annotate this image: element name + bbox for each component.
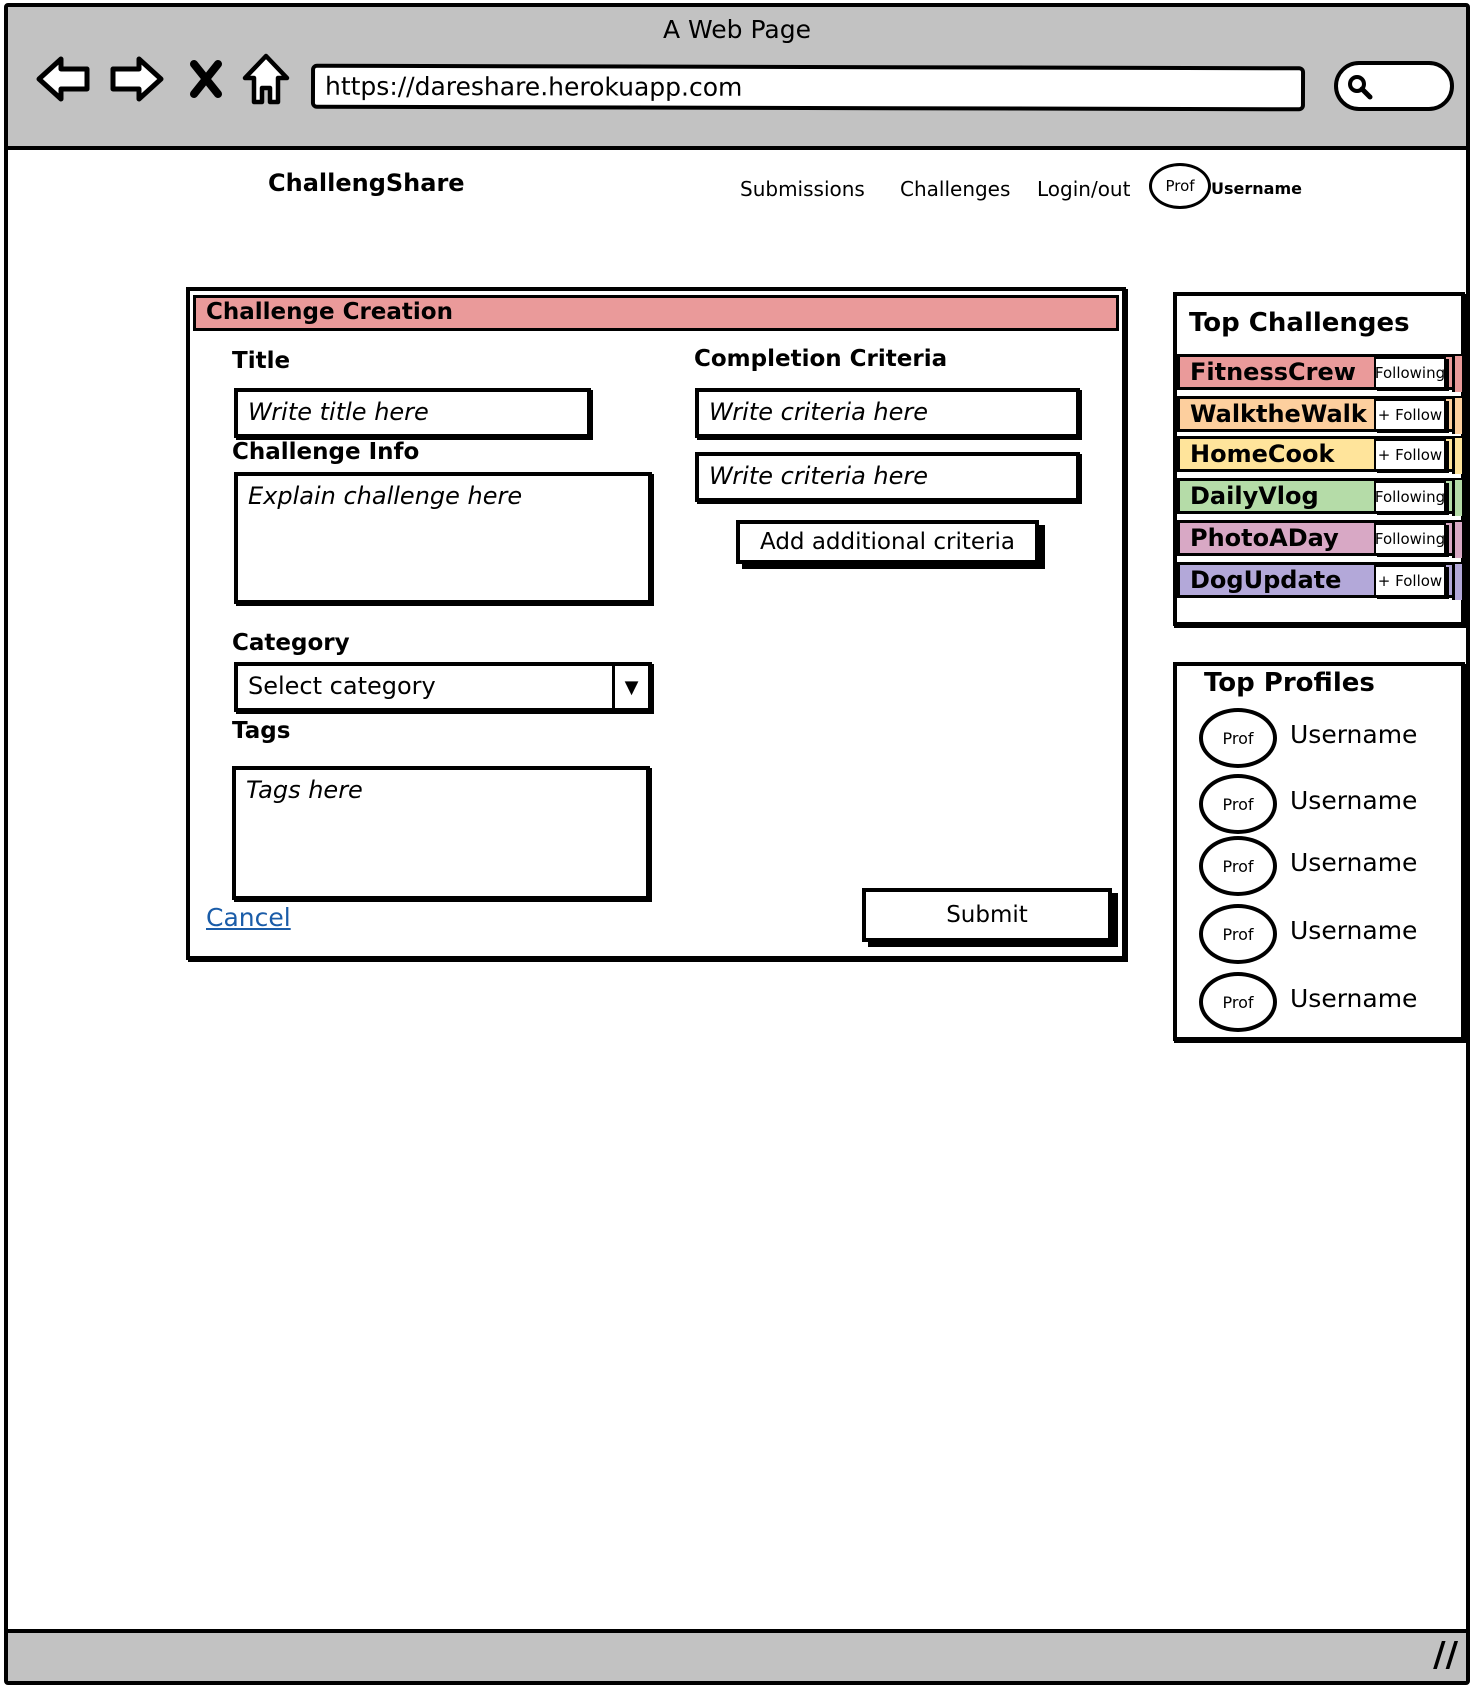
challenge-row[interactable]: HomeCook + Follow <box>1177 436 1465 474</box>
back-arrow-icon[interactable] <box>34 51 92 107</box>
challenge-name[interactable]: DogUpdate <box>1190 566 1341 594</box>
tags-textarea[interactable]: Tags here <box>232 766 650 900</box>
top-profiles-panel: Top Profiles Prof Username Prof Username Pro… <box>1173 662 1465 1041</box>
panel-title: Challenge Creation <box>193 295 1119 331</box>
category-select-value: Select category <box>248 672 436 700</box>
close-icon[interactable] <box>186 51 226 107</box>
avatar[interactable]: Prof <box>1199 972 1277 1032</box>
completion-criteria-label: Completion Criteria <box>694 346 948 372</box>
nav-link-submissions[interactable]: Submissions <box>740 177 865 201</box>
search-icon <box>1346 73 1374 105</box>
avatar[interactable]: Prof <box>1199 904 1277 964</box>
category-label: Category <box>232 630 350 656</box>
add-criteria-button[interactable]: Add additional criteria <box>736 520 1039 564</box>
home-icon[interactable] <box>240 51 292 107</box>
follow-button[interactable]: + Follow <box>1374 565 1446 597</box>
challenge-color-tab <box>1452 480 1462 516</box>
cancel-link[interactable]: Cancel <box>206 903 291 932</box>
avatar[interactable]: Prof <box>1199 708 1277 768</box>
browser-window: A Web Page https://dareshare.herokuapp.c… <box>4 3 1470 1685</box>
category-select[interactable]: Select category ▼ <box>234 662 652 712</box>
window-title: A Web Page <box>662 15 812 44</box>
criteria-input-2[interactable]: Write criteria here <box>695 452 1080 502</box>
profile-username[interactable]: Username <box>1290 984 1417 1013</box>
following-button[interactable]: Following <box>1374 523 1446 555</box>
challenge-info-label: Challenge Info <box>232 439 420 465</box>
follow-button[interactable]: + Follow <box>1374 399 1446 431</box>
tags-label: Tags <box>232 718 291 744</box>
challenge-row[interactable]: WalktheWalk + Follow <box>1177 396 1465 434</box>
challenge-name[interactable]: PhotoADay <box>1190 524 1339 552</box>
browser-search-box[interactable] <box>1334 61 1454 111</box>
nav-username[interactable]: Username <box>1211 179 1302 198</box>
top-profiles-title: Top Profiles <box>1204 668 1375 698</box>
challenge-color-tab <box>1452 522 1462 558</box>
url-bar[interactable]: https://dareshare.herokuapp.com <box>310 63 1306 112</box>
browser-status-bar: // <box>8 1629 1466 1681</box>
avatar[interactable]: Prof <box>1199 836 1277 896</box>
resize-grip-icon[interactable]: // <box>1433 1635 1458 1675</box>
challenge-row[interactable]: FitnessCrew Following <box>1177 354 1465 392</box>
challenge-name[interactable]: FitnessCrew <box>1190 358 1356 386</box>
following-button[interactable]: Following <box>1374 357 1446 389</box>
criteria-input-1[interactable]: Write criteria here <box>695 388 1080 438</box>
challenge-color-tab <box>1452 356 1462 392</box>
profile-username[interactable]: Username <box>1290 720 1417 749</box>
follow-button[interactable]: + Follow <box>1374 439 1446 471</box>
forward-arrow-icon[interactable] <box>108 51 166 107</box>
following-button[interactable]: Following <box>1374 481 1446 513</box>
profile-username[interactable]: Username <box>1290 786 1417 815</box>
challenge-color-tab <box>1452 564 1462 600</box>
top-challenges-panel: Top Challenges FitnessCrew Following Walkt… <box>1173 292 1465 626</box>
profile-username[interactable]: Username <box>1290 916 1417 945</box>
site-brand[interactable]: ChallengShare <box>268 169 465 197</box>
challenge-creation-panel: Challenge Creation Title Write title her… <box>186 287 1126 960</box>
chevron-down-icon[interactable]: ▼ <box>612 666 648 708</box>
nav-link-login[interactable]: Login/out <box>1037 177 1130 201</box>
nav-link-challenges[interactable]: Challenges <box>900 177 1010 201</box>
challenge-name[interactable]: HomeCook <box>1190 440 1334 468</box>
challenge-row[interactable]: PhotoADay Following <box>1177 520 1465 558</box>
top-challenges-title: Top Challenges <box>1189 308 1410 338</box>
avatar[interactable]: Prof <box>1199 774 1277 834</box>
challenge-row[interactable]: DailyVlog Following <box>1177 478 1465 516</box>
avatar[interactable]: Prof <box>1149 163 1211 209</box>
title-label: Title <box>232 348 291 374</box>
challenge-name[interactable]: WalktheWalk <box>1190 400 1367 428</box>
challenge-row[interactable]: DogUpdate + Follow <box>1177 562 1465 600</box>
profile-username[interactable]: Username <box>1290 848 1417 877</box>
submit-button[interactable]: Submit <box>862 888 1112 942</box>
challenge-color-tab <box>1452 398 1462 434</box>
challenge-info-textarea[interactable]: Explain challenge here <box>234 472 652 604</box>
challenge-color-tab <box>1452 438 1462 474</box>
title-input[interactable]: Write title here <box>234 388 591 438</box>
challenge-name[interactable]: DailyVlog <box>1190 482 1319 510</box>
browser-toolbar: A Web Page https://dareshare.herokuapp.c… <box>8 7 1466 150</box>
